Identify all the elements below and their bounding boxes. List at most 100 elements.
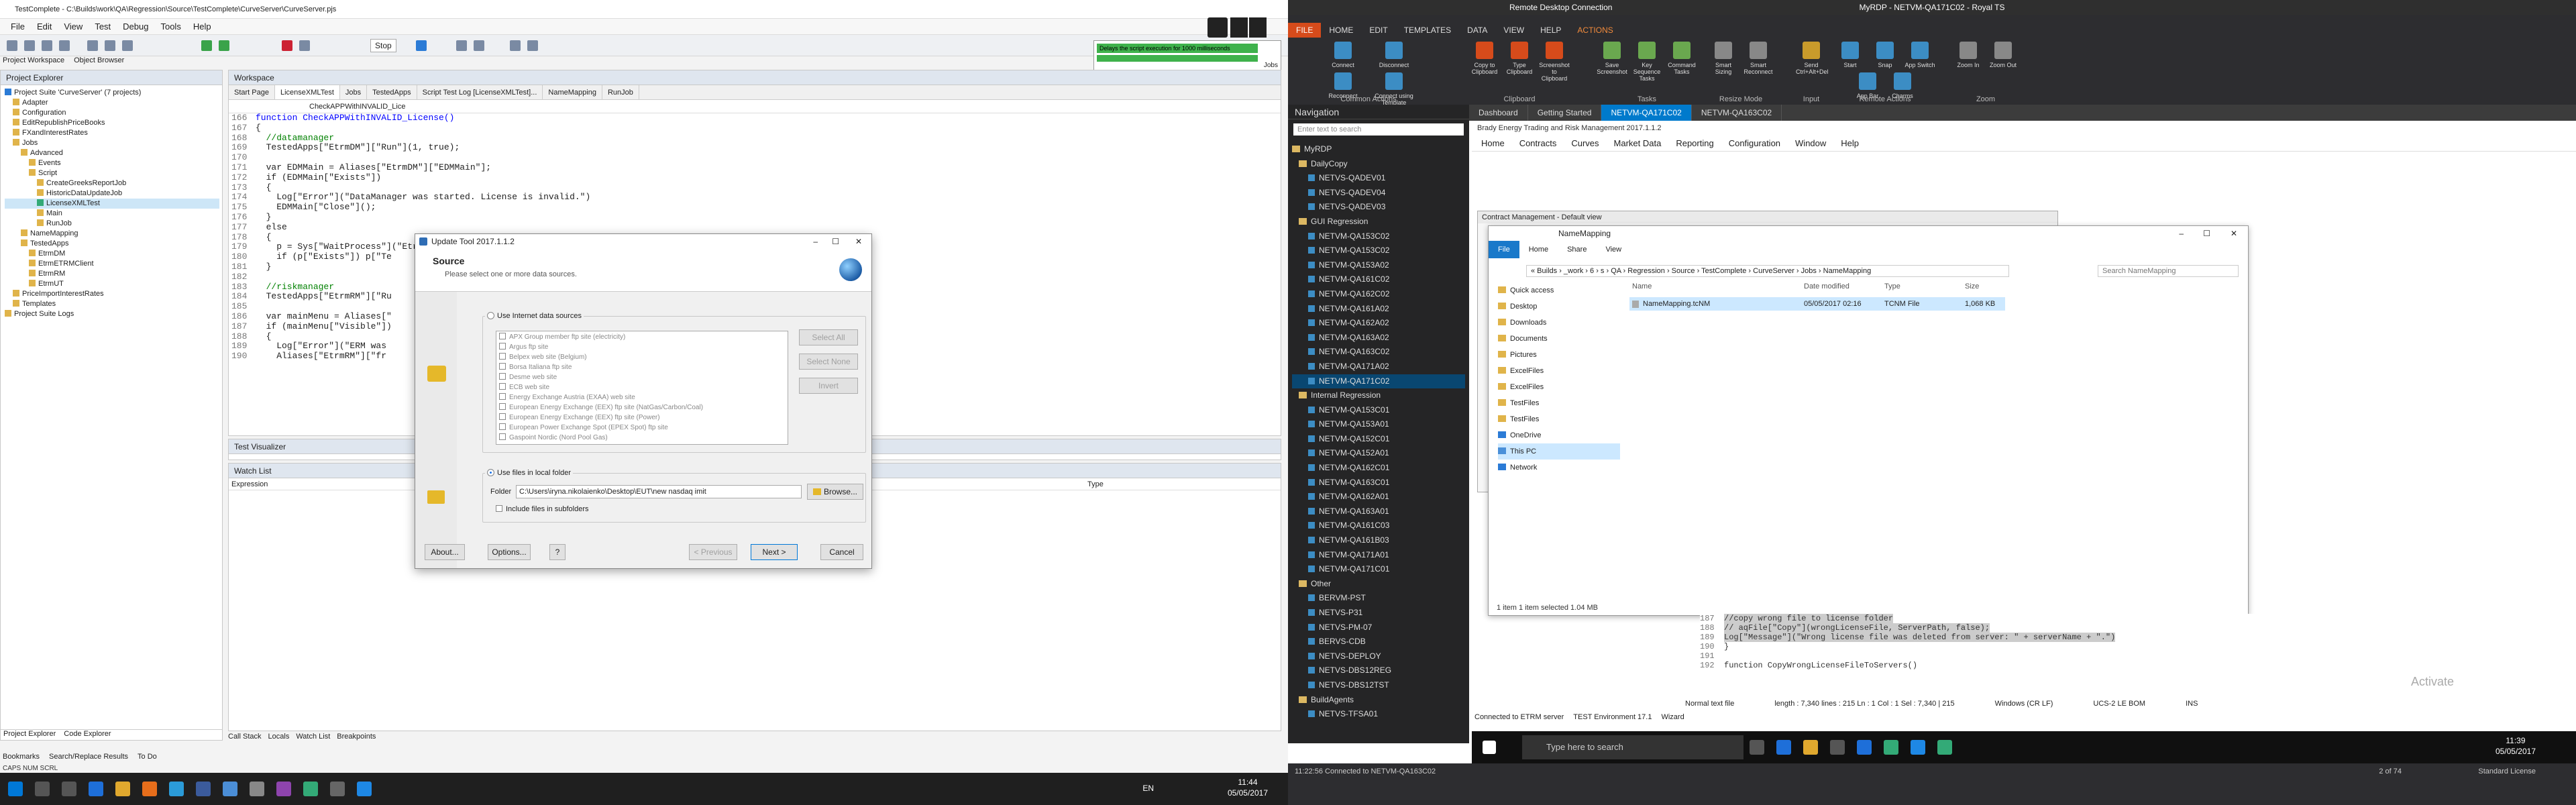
source-item[interactable]: Gaspoint Nordic (Nord Pool Gas) [499, 433, 785, 443]
ribbon-button[interactable]: App Switch [1904, 42, 1935, 68]
close-icon[interactable]: ✕ [855, 234, 862, 249]
app2-icon[interactable] [330, 782, 345, 796]
nav-node[interactable]: NETVS-DEPLOY [1292, 649, 1465, 664]
nav-pane-item[interactable]: Desktop [1498, 299, 1620, 315]
tree-node[interactable]: Project Suite Logs [5, 309, 219, 319]
tree-node[interactable]: PriceImportInterestRates [5, 289, 219, 299]
previous-button[interactable]: < Previous [689, 544, 737, 560]
include-subfolders-checkbox[interactable] [496, 505, 502, 512]
source-checkbox[interactable] [499, 343, 506, 350]
source-checkbox[interactable] [499, 393, 506, 400]
menu-item-tools[interactable]: Tools [160, 19, 180, 34]
etrm-menu-item[interactable]: Curves [1571, 136, 1599, 151]
pause-icon[interactable] [416, 40, 427, 51]
toggle-breakpoint-icon[interactable] [527, 40, 538, 51]
new-icon[interactable] [7, 40, 17, 51]
nav-node[interactable]: NETVM-QA161C03 [1292, 519, 1465, 533]
nav-pane-item[interactable]: Pictures [1498, 347, 1620, 363]
source-checkbox[interactable] [499, 353, 506, 360]
step-into-icon[interactable] [474, 40, 484, 51]
source-item[interactable]: APX Group member ftp site (electricity) [499, 332, 785, 342]
browse-button[interactable]: Browse... [807, 484, 863, 500]
debug-tab[interactable]: Breakpoints [337, 733, 376, 742]
nav-node[interactable]: NETVM-QA163A02 [1292, 331, 1465, 345]
source-checkbox[interactable] [499, 403, 506, 410]
about-button[interactable]: About... [425, 544, 465, 560]
tree-node[interactable]: EditRepublishPriceBooks [5, 118, 219, 128]
tree-node[interactable]: Advanced [5, 148, 219, 158]
ribbon-button[interactable]: Command Tasks [1666, 42, 1697, 82]
editor-tab[interactable]: RunJob [602, 85, 639, 99]
nav-node[interactable]: Internal Regression [1292, 388, 1465, 403]
ribbon-button[interactable]: Zoom Out [1988, 42, 2019, 68]
folder-input[interactable]: C:\Users\iryna.nikolaienko\Desktop\EUT\n… [516, 485, 802, 498]
close-icon[interactable]: ✕ [2231, 226, 2237, 241]
excel-icon[interactable] [1884, 740, 1898, 755]
internet-radio[interactable] [487, 312, 494, 319]
maximize-icon[interactable]: ☐ [2203, 226, 2210, 241]
notepad-editor[interactable]: 187//copy wrong file to license folder 18… [1700, 614, 2404, 690]
paste-icon[interactable] [122, 40, 133, 51]
rdp-icon[interactable] [223, 782, 237, 796]
save-icon[interactable] [42, 40, 52, 51]
nav-pane-item[interactable]: OneDrive [1498, 427, 1620, 443]
col-date[interactable]: Date modified [1804, 282, 1849, 290]
ribbon-button[interactable]: Disconnect [1371, 42, 1417, 68]
nav-node[interactable]: GUI Regression [1292, 215, 1465, 229]
minimize-icon[interactable]: – [813, 234, 818, 249]
navigation-filter[interactable]: Enter text to search [1293, 123, 1464, 136]
select-none-button[interactable]: Select None [799, 354, 858, 370]
ribbon-button[interactable]: Send Ctrl+Alt+Del [1796, 42, 1829, 75]
etrm-menu-item[interactable]: Help [1841, 136, 1859, 151]
col-name[interactable]: Name [1632, 282, 1652, 290]
connection-tab[interactable]: Getting Started [1528, 105, 1602, 121]
edge-icon[interactable] [89, 782, 103, 796]
sources-list[interactable]: APX Group member ftp site (electricity) A… [496, 331, 788, 445]
start-icon[interactable] [8, 782, 23, 796]
step-over-icon[interactable] [456, 40, 467, 51]
explorer-ribbon-tab[interactable]: File [1489, 241, 1519, 258]
ribbon-button[interactable]: Save Screenshot [1597, 42, 1627, 82]
nav-node[interactable]: NETVM-QA163A01 [1292, 504, 1465, 519]
connection-tab[interactable]: NETVM-QA171C02 [1601, 105, 1692, 121]
nav-pane-item[interactable]: Documents [1498, 331, 1620, 347]
nav-node[interactable]: NETVS-DBS12TST [1292, 678, 1465, 693]
app-icon[interactable] [250, 782, 264, 796]
explorer-search[interactable]: Search NameMapping [2098, 265, 2239, 277]
explorer-ribbon-tab[interactable]: Home [1519, 241, 1558, 258]
menu-item-test[interactable]: Test [95, 19, 111, 34]
strip-tab[interactable]: To Do [138, 753, 157, 762]
explorer-ribbon-tab[interactable]: View [1596, 241, 1631, 258]
nav-node[interactable]: NETVM-QA161A02 [1292, 302, 1465, 317]
local-radio[interactable] [487, 469, 494, 476]
subtab[interactable]: Object Browser [74, 56, 124, 67]
nav-node[interactable]: NETVS-TFSA01 [1292, 707, 1465, 722]
nav-node[interactable]: BERVM-PST [1292, 591, 1465, 606]
tree-node[interactable]: Configuration [5, 108, 219, 118]
minimize-icon[interactable] [1230, 17, 1248, 38]
ribbon-button[interactable]: Type Clipboard [1504, 42, 1535, 82]
nav-pane-item[interactable]: Quick access [1498, 282, 1620, 299]
updatetool-icon[interactable] [357, 782, 372, 796]
tree-node[interactable]: Templates [5, 299, 219, 309]
routine-selector[interactable]: CheckAPPWithINVALID_Lice [229, 100, 1281, 113]
source-checkbox[interactable] [499, 433, 506, 440]
menu-item-help[interactable]: Help [193, 19, 211, 34]
editor-tab[interactable]: TestedApps [367, 85, 417, 99]
col-type[interactable]: Type [1884, 282, 1900, 290]
connection-tab[interactable]: Dashboard [1469, 105, 1528, 121]
tree-node[interactable]: LicenseXMLTest [5, 199, 219, 209]
cut-icon[interactable] [87, 40, 98, 51]
source-checkbox[interactable] [499, 333, 506, 339]
source-item[interactable]: European Power Exchange Spot (EPEX Spot)… [499, 423, 785, 433]
notepadpp-icon[interactable] [1937, 740, 1952, 755]
etrm-menu-item[interactable]: Reporting [1676, 136, 1713, 151]
ribbon-tab[interactable]: VIEW [1495, 23, 1532, 38]
ribbon-tab[interactable]: ACTIONS [1569, 23, 1621, 38]
outlook-icon[interactable] [196, 782, 211, 796]
nav-node[interactable]: NETVM-QA171C02 [1292, 374, 1465, 389]
source-checkbox[interactable] [499, 383, 506, 390]
source-item[interactable]: ECB web site [499, 382, 785, 392]
options-button[interactable]: Options... [488, 544, 531, 560]
explorer-icon[interactable] [115, 782, 130, 796]
